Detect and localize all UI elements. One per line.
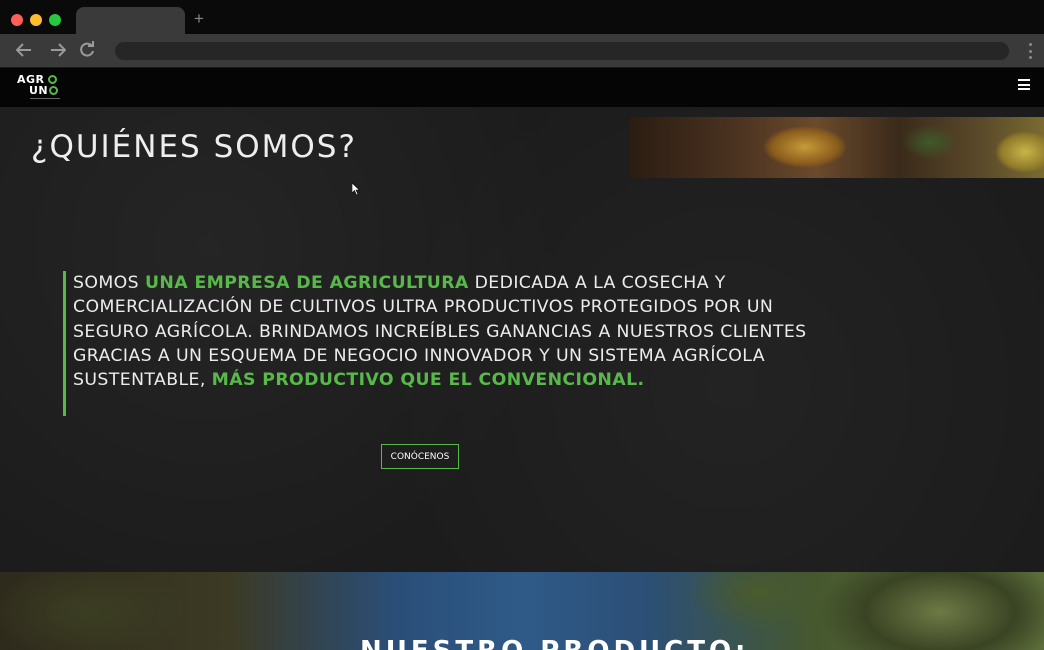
product-section: NUESTRO PRODUCTO: bbox=[0, 572, 1044, 650]
logo-text-line2: UN bbox=[29, 84, 49, 97]
reload-icon[interactable] bbox=[76, 39, 98, 61]
browser-tab-active[interactable] bbox=[76, 7, 185, 34]
browser-menu-kebab-icon[interactable] bbox=[1024, 40, 1036, 62]
product-section-title: NUESTRO PRODUCTO: bbox=[360, 636, 749, 650]
new-tab-plus-icon[interactable]: + bbox=[194, 9, 204, 29]
about-section: ¿QUIÉNES SOMOS? SOMOS UNA EMPRESA DE AGR… bbox=[0, 107, 1044, 572]
forward-arrow-icon[interactable] bbox=[47, 39, 69, 61]
maximize-window-button[interactable] bbox=[49, 14, 61, 26]
conocenos-button[interactable]: CONÓCENOS bbox=[381, 444, 459, 469]
hamburger-menu-icon[interactable] bbox=[1018, 79, 1030, 90]
browser-toolbar bbox=[0, 34, 1044, 67]
address-bar[interactable] bbox=[115, 42, 1009, 60]
fruit-photo bbox=[630, 117, 1044, 178]
agro-uno-logo[interactable]: AGR UN bbox=[17, 74, 61, 104]
site-header: AGR UN bbox=[0, 67, 1044, 107]
highlight-productive: MÁS PRODUCTIVO QUE EL CONVENCIONAL. bbox=[211, 370, 645, 391]
section-title: ¿QUIÉNES SOMOS? bbox=[31, 129, 357, 165]
minimize-window-button[interactable] bbox=[30, 14, 42, 26]
back-arrow-icon[interactable] bbox=[13, 39, 35, 61]
browser-tab-bar: + bbox=[0, 0, 1044, 34]
close-window-button[interactable] bbox=[11, 14, 23, 26]
highlight-company: UNA EMPRESA DE AGRICULTURA bbox=[144, 273, 469, 293]
mouse-cursor-icon bbox=[352, 183, 360, 196]
about-paragraph: SOMOS UNA EMPRESA DE AGRICULTURA DEDICAD… bbox=[73, 273, 807, 391]
about-quote: SOMOS UNA EMPRESA DE AGRICULTURA DEDICAD… bbox=[63, 271, 823, 416]
